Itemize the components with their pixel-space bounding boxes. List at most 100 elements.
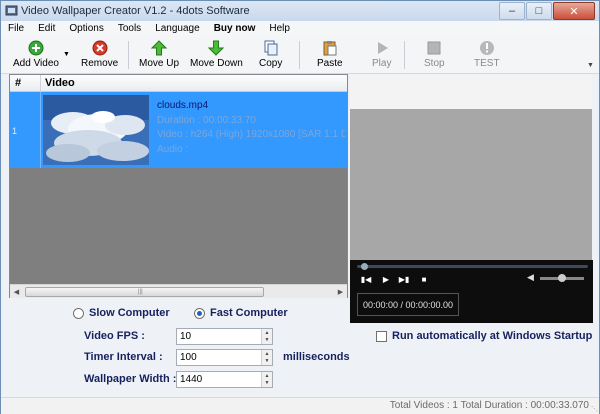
window-title: Video Wallpaper Creator V1.2 - 4dots Sof…: [21, 5, 250, 17]
dropdown-arrow-icon[interactable]: ▼: [63, 51, 70, 58]
paste-clipboard-icon: [321, 39, 339, 57]
close-button[interactable]: ✕: [553, 2, 595, 20]
menu-language[interactable]: Language: [148, 21, 207, 37]
fast-computer-radio[interactable]: Fast Computer: [194, 307, 288, 319]
copy-label: Copy: [259, 58, 283, 69]
minimize-button[interactable]: –: [499, 2, 525, 20]
timer-unit-label: milliseconds: [283, 351, 350, 363]
copy-icon: [262, 39, 280, 57]
title-bar: Video Wallpaper Creator V1.2 - 4dots Sof…: [1, 1, 599, 21]
volume-knob[interactable]: [558, 274, 566, 282]
scroll-left-icon[interactable]: ◀: [10, 285, 23, 298]
video-audio: Audio :: [157, 143, 189, 155]
move-down-button[interactable]: Move Down: [190, 39, 243, 69]
spin-arrows-icon[interactable]: ▲ ▼: [261, 372, 272, 387]
resize-grip-icon[interactable]: ⋱: [591, 405, 598, 413]
test-label: TEST: [474, 58, 500, 69]
wallpaper-width-label: Wallpaper Width :: [84, 373, 177, 385]
stop-button[interactable]: Stop: [424, 39, 445, 69]
column-header-number[interactable]: #: [15, 77, 21, 89]
status-text: Total Videos : 1 Total Duration : 00:00:…: [389, 400, 589, 411]
startup-label: Run automatically at Windows Startup: [392, 330, 593, 342]
remove-button[interactable]: Remove: [81, 39, 118, 69]
fps-label: Video FPS :: [84, 330, 145, 342]
wallpaper-width-stepper[interactable]: ▲▼: [176, 371, 273, 388]
fast-computer-label: Fast Computer: [210, 307, 288, 319]
add-video-button[interactable]: Add Video: [13, 39, 59, 69]
spin-arrows-icon[interactable]: ▲ ▼: [261, 350, 272, 365]
skip-back-icon[interactable]: ▮◀: [359, 272, 373, 286]
preview-top: [350, 75, 592, 111]
toolbar-separator: [299, 41, 300, 69]
play-button[interactable]: Play: [372, 39, 391, 69]
startup-checkbox[interactable]: Run automatically at Windows Startup: [376, 330, 592, 342]
app-icon: [5, 5, 18, 16]
seek-bar[interactable]: [357, 265, 588, 268]
horizontal-scrollbar[interactable]: ◀ ||| ▶: [10, 284, 347, 298]
column-header-video[interactable]: Video: [45, 77, 75, 89]
slow-computer-radio[interactable]: Slow Computer: [73, 307, 170, 319]
stop-label: Stop: [424, 58, 445, 69]
menu-options[interactable]: Options: [62, 21, 110, 37]
seek-knob[interactable]: [360, 263, 368, 270]
scrollbar-thumb[interactable]: |||: [25, 287, 264, 297]
arrow-up-icon: [150, 39, 168, 57]
toolbar: Add Video ▼ Remove Move Up Move Down Cop…: [1, 37, 599, 74]
move-up-label: Move Up: [139, 58, 180, 69]
spin-arrows-icon[interactable]: ▲ ▼: [261, 329, 272, 344]
timer-interval-label: Timer Interval :: [84, 351, 163, 363]
row-number: 1: [12, 126, 18, 136]
menu-bar: File Edit Options Tools Language Buy now…: [1, 21, 599, 37]
maximize-button[interactable]: □: [526, 2, 552, 20]
stop-icon[interactable]: ■: [417, 272, 431, 286]
speaker-icon[interactable]: ◀: [527, 272, 534, 283]
video-info: clouds.mp4 Duration : 00:00:33.70 Video …: [157, 99, 345, 157]
radio-indicator: [194, 307, 205, 319]
grid-header: # Video: [10, 75, 347, 92]
menu-edit[interactable]: Edit: [31, 21, 62, 37]
remove-label: Remove: [81, 58, 119, 69]
video-filename: clouds.mp4: [157, 100, 209, 111]
arrow-down-icon: [207, 39, 225, 57]
video-list[interactable]: # Video 1 clouds.mp4 Duration: 00:00:33…: [9, 74, 348, 298]
timer-interval-stepper[interactable]: ▲▼: [176, 349, 273, 366]
fps-input[interactable]: [180, 330, 258, 342]
status-bar: Total Videos : 1 Total Duration : 00:00:…: [1, 397, 599, 414]
play-label: Play: [372, 58, 392, 69]
menu-file[interactable]: File: [1, 21, 31, 37]
scroll-right-icon[interactable]: ▶: [334, 285, 347, 298]
wallpaper-width-input[interactable]: [180, 373, 258, 385]
play-icon: [373, 39, 391, 57]
checkbox-indicator: [376, 330, 387, 342]
video-codec: Video : h264 (High) 1920x1080 [SAR 1:1 D…: [157, 129, 345, 140]
menu-help[interactable]: Help: [262, 21, 297, 37]
video-duration: Duration : 00:00:33.70: [157, 114, 256, 126]
stop-icon: [425, 39, 443, 57]
copy-button[interactable]: Copy: [259, 39, 282, 69]
play-icon[interactable]: ▶: [379, 272, 393, 286]
move-up-button[interactable]: Move Up: [139, 39, 179, 69]
radio-indicator: [73, 307, 84, 319]
settings-panel: Slow Computer Fast Computer Video FPS : …: [1, 301, 599, 397]
skip-forward-icon[interactable]: ▶▮: [397, 272, 411, 286]
toolbar-separator: [128, 41, 129, 69]
table-row[interactable]: 1 clouds.mp4 Duration : 00:00:33.70 Vide…: [10, 92, 347, 168]
column-divider: [40, 75, 41, 91]
plus-circle-icon: [27, 39, 45, 57]
timer-interval-input[interactable]: [180, 351, 258, 363]
menu-buy-now[interactable]: Buy now: [207, 21, 263, 37]
app-window: Video Wallpaper Creator V1.2 - 4dots Sof…: [0, 0, 600, 414]
paste-button[interactable]: Paste: [317, 39, 343, 69]
slow-computer-label: Slow Computer: [89, 307, 170, 319]
video-thumbnail: [43, 95, 149, 165]
grip-icon: |||: [138, 289, 143, 295]
test-button[interactable]: TEST: [474, 39, 500, 69]
fps-stepper[interactable]: ▲▼: [176, 328, 273, 345]
toolbar-overflow-icon[interactable]: ▼: [587, 62, 595, 70]
menu-tools[interactable]: Tools: [111, 21, 148, 37]
paste-label: Paste: [317, 58, 343, 69]
move-down-label: Move Down: [190, 58, 243, 69]
remove-circle-icon: [91, 39, 109, 57]
video-preview: [350, 109, 592, 260]
add-video-label: Add Video: [13, 58, 59, 69]
